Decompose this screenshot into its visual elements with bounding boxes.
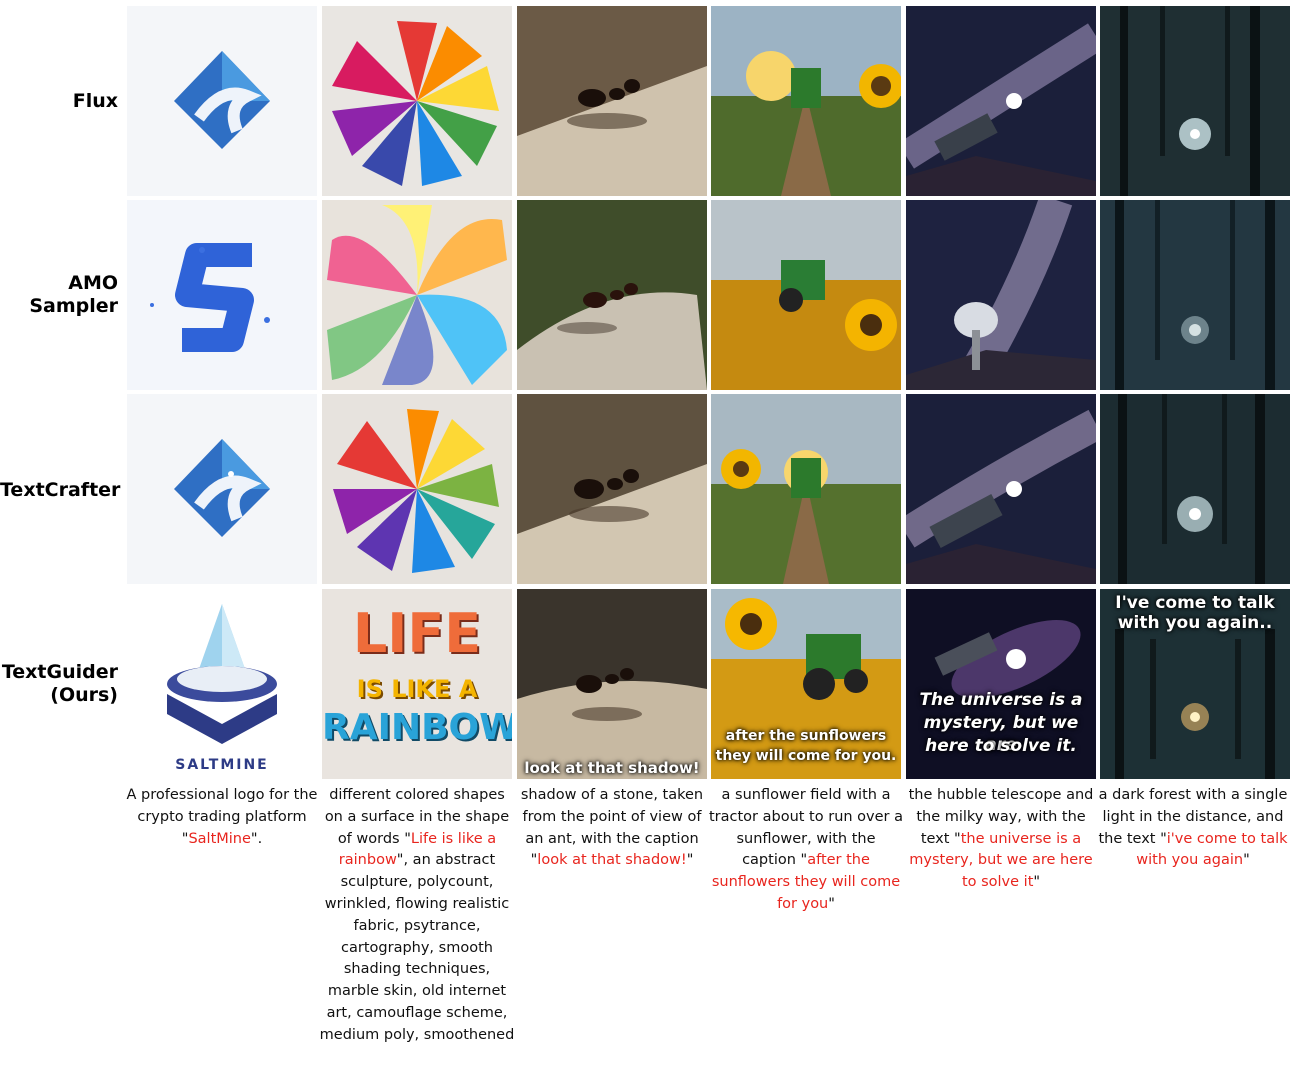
ours-sunflower-caption-1: after the sunflowers	[725, 728, 887, 744]
image-amo-forest	[1100, 200, 1290, 390]
row-label-textcrafter: TextCrafter	[0, 479, 121, 501]
ours-rainbow-line1: LIFE	[352, 602, 482, 665]
image-flux-ant	[517, 6, 707, 196]
image-textcrafter-rainbow	[322, 394, 512, 584]
image-amo-rainbow	[322, 200, 512, 390]
image-flux-telescope	[906, 6, 1096, 196]
row-label-flux: Flux	[72, 90, 118, 112]
caption-forest: a dark forest with a single light in the…	[1098, 787, 1288, 869]
row-label-textguider: TextGuider (Ours)	[1, 661, 118, 707]
image-amo-telescope	[906, 200, 1096, 390]
image-textcrafter-tractor	[711, 394, 901, 584]
ours-logo-text: SALTMINE	[175, 757, 269, 773]
ours-rainbow-line2: IS LIKE A	[356, 675, 478, 703]
ours-rainbow-line3: RAINBOW	[322, 707, 512, 748]
image-ours-forest: I've come to talk with you again..	[1100, 589, 1290, 779]
image-flux-forest	[1100, 6, 1290, 196]
image-ours-logo: SALTMINE	[127, 589, 317, 779]
image-flux-tractor	[711, 6, 901, 196]
image-ours-rainbow: LIFE IS LIKE A RAINBOW	[322, 589, 512, 779]
ours-sunflower-caption-2: they will come for you.	[715, 748, 897, 764]
image-textcrafter-telescope	[906, 394, 1096, 584]
caption-rainbow: different colored shapes on a surface in…	[319, 787, 515, 1043]
row-label-amo-sampler: AMO Sampler	[29, 272, 118, 318]
image-ours-ant: look at that shadow!	[517, 589, 707, 779]
ours-universe-line1: The universe is a	[919, 690, 1083, 710]
caption-telescope: the hubble telescope and the milky way, …	[908, 787, 1094, 891]
image-textcrafter-ant	[517, 394, 707, 584]
ours-forest-line2: with you again..	[1117, 613, 1273, 633]
ours-universe-line3: here to solve it.	[925, 736, 1077, 756]
image-textcrafter-logo	[127, 394, 317, 584]
image-ours-tractor: after the sunflowers they will come for …	[711, 589, 901, 779]
ours-forest-line1: I've come to talk	[1115, 593, 1275, 613]
caption-ant: shadow of a stone, taken from the point …	[520, 787, 704, 869]
image-flux-rainbow	[322, 6, 512, 196]
image-amo-tractor	[711, 200, 901, 390]
image-amo-logo	[127, 200, 317, 390]
image-flux-logo	[127, 6, 317, 196]
caption-logo: A professional logo for the crypto tradi…	[126, 787, 318, 847]
image-amo-ant	[517, 200, 707, 390]
ours-ant-caption: look at that shadow!	[524, 759, 700, 777]
image-ours-telescope: The universe is a mystery, but we are he…	[906, 589, 1096, 779]
image-textcrafter-forest	[1100, 394, 1290, 584]
caption-tractor: a sunflower field with a tractor about t…	[708, 787, 904, 912]
